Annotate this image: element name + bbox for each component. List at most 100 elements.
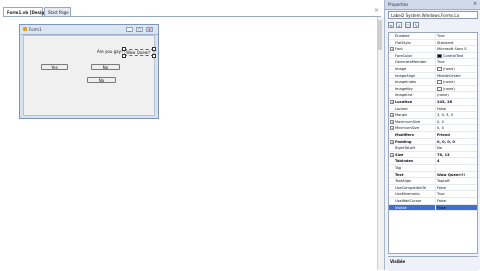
- property-row-tabindex[interactable]: TabIndex 4: [389, 158, 477, 165]
- property-row-padding[interactable]: + Padding 0, 0, 0, 0: [389, 138, 477, 146]
- property-row-generatemember[interactable]: GenerateMember True: [389, 59, 477, 66]
- property-value[interactable]: MiddleCenter: [435, 72, 477, 79]
- expand-icon[interactable]: +: [390, 139, 394, 144]
- tab-form-design[interactable]: Form1.vb [Design]: [3, 7, 49, 16]
- alphabetical-icon[interactable]: ↓: [396, 22, 402, 28]
- property-value[interactable]: True: [435, 191, 477, 197]
- property-name: UseCompatibleTe: [395, 185, 427, 190]
- property-value[interactable]: (none): [435, 85, 477, 92]
- property-value-text: 245, 26: [437, 100, 453, 104]
- question-label[interactable]: Are you gay?: [97, 49, 123, 54]
- resize-handle-bottom-left[interactable]: [122, 54, 126, 58]
- expand-icon[interactable]: +: [390, 47, 394, 52]
- color-swatch-icon: [437, 80, 442, 85]
- property-row-modifiers[interactable]: Modifiers Friend: [389, 132, 477, 139]
- property-name: FlatStyle: [395, 40, 411, 45]
- property-value[interactable]: ControlText: [435, 52, 477, 59]
- property-row-imagekey[interactable]: ImageKey (none): [389, 85, 477, 93]
- property-grid[interactable]: Enabled True FlatStyle Standard + Font Microso…: [388, 32, 478, 254]
- property-row-image[interactable]: Image (none): [389, 66, 477, 73]
- property-row-tag[interactable]: Tag: [389, 165, 477, 172]
- document-vertical-scrollbar[interactable]: [377, 17, 384, 270]
- resize-handle-bottom-right[interactable]: [152, 54, 156, 58]
- property-row-forecolor[interactable]: ForeColor ControlText: [389, 52, 477, 60]
- form-client-area[interactable]: Are you gay? Wow Queer! Yes No No: [23, 35, 156, 116]
- property-value[interactable]: 0, 0: [435, 118, 477, 125]
- property-value[interactable]: (none): [435, 79, 477, 85]
- property-row-usemnemonic[interactable]: UseMnemonic True: [389, 191, 477, 198]
- property-value[interactable]: 3, 0, 3, 0: [435, 112, 477, 118]
- property-row-usecompatiblete[interactable]: UseCompatibleTe False: [389, 184, 477, 192]
- property-value[interactable]: 245, 26: [435, 99, 477, 105]
- property-row-locked[interactable]: Locked False: [389, 105, 477, 113]
- expand-icon[interactable]: +: [390, 152, 394, 157]
- property-row-enabled[interactable]: Enabled True: [389, 33, 477, 40]
- property-value-text: (none): [443, 86, 455, 91]
- property-value[interactable]: True: [435, 33, 477, 39]
- property-name: MinimumSize: [395, 126, 420, 131]
- close-tab-icon[interactable]: ×: [374, 6, 379, 15]
- property-value[interactable]: [435, 165, 477, 171]
- property-row-margin[interactable]: + Margin 3, 0, 3, 0: [389, 112, 477, 119]
- expand-icon[interactable]: +: [390, 119, 394, 124]
- property-row-text[interactable]: Text Wow Queer!!!: [389, 171, 477, 179]
- expand-icon[interactable]: +: [390, 100, 394, 104]
- property-row-righttoleft[interactable]: RightToLeft No: [389, 145, 477, 152]
- property-name: GenerateMember: [395, 60, 427, 65]
- property-row-flatstyle[interactable]: FlatStyle Standard: [389, 39, 477, 47]
- property-value[interactable]: Friend: [435, 132, 477, 138]
- object-selector-dropdown[interactable]: Label2 System.Windows.Forms.La: [388, 11, 478, 19]
- selected-label-control[interactable]: Wow Queer!: [124, 49, 154, 56]
- property-row-imagelist[interactable]: ImageList (none): [389, 92, 477, 99]
- property-value[interactable]: True: [435, 59, 477, 65]
- property-value-text: Standard: [437, 40, 454, 45]
- resize-handle-top-left[interactable]: [122, 47, 126, 51]
- yes-button[interactable]: Yes: [41, 64, 68, 70]
- property-value[interactable]: False: [435, 184, 477, 191]
- property-description-pane: Visible: [388, 256, 478, 271]
- properties-icon[interactable]: □: [405, 22, 411, 28]
- expand-icon[interactable]: +: [390, 126, 394, 131]
- property-value-text: Friend: [437, 133, 450, 137]
- events-icon[interactable]: ϟ: [413, 22, 419, 28]
- property-value-text: (none): [443, 80, 455, 85]
- property-value[interactable]: No: [435, 145, 477, 151]
- property-value[interactable]: 76, 13: [435, 151, 477, 158]
- no-button[interactable]: No: [91, 64, 120, 70]
- property-row-font[interactable]: + Font Microsoft Sans S: [389, 46, 477, 53]
- property-value[interactable]: Microsoft Sans S: [435, 46, 477, 52]
- property-value[interactable]: TopLeft: [435, 178, 477, 184]
- property-value[interactable]: Standard: [435, 39, 477, 46]
- resize-handle-top-right[interactable]: [152, 47, 156, 51]
- property-value[interactable]: False: [435, 198, 477, 204]
- property-value[interactable]: (none): [435, 66, 477, 72]
- property-row-size[interactable]: + Size 76, 13: [389, 151, 477, 159]
- property-row-imagealign[interactable]: ImageAlign MiddleCenter: [389, 72, 477, 80]
- categorized-icon[interactable]: ≡: [388, 22, 394, 28]
- expand-icon[interactable]: +: [390, 113, 394, 118]
- property-row-minimumsize[interactable]: + MinimumSize 0, 0: [389, 125, 477, 132]
- property-value[interactable]: (none): [435, 92, 477, 98]
- property-row-usewaitcursor[interactable]: UseWaitCursor False: [389, 198, 477, 205]
- property-value-text: 76, 13: [437, 152, 450, 157]
- property-name: Margin: [395, 113, 408, 118]
- property-value-text: True: [437, 34, 445, 38]
- document-scroll-thumb[interactable]: [378, 20, 382, 50]
- property-row-location[interactable]: + Location 245, 26: [389, 99, 477, 106]
- property-value[interactable]: 4: [435, 158, 477, 164]
- property-value-text: False: [437, 199, 447, 203]
- property-row-visible[interactable]: Visible False: [389, 204, 477, 212]
- property-value[interactable]: False: [435, 204, 477, 211]
- property-row-imageindex[interactable]: ImageIndex (none): [389, 79, 477, 86]
- property-value[interactable]: 0, 0: [435, 125, 477, 131]
- property-row-maximumsize[interactable]: + MaximumSize 0, 0: [389, 118, 477, 126]
- properties-close-icon[interactable]: ×: [473, 0, 477, 9]
- property-value[interactable]: Wow Queer!!!: [435, 171, 477, 178]
- designer-form-window[interactable]: Form1 _ □ x Are you gay? Wow Queer! Yes …: [19, 24, 159, 119]
- property-value[interactable]: 0, 0, 0, 0: [435, 138, 477, 145]
- property-value[interactable]: False: [435, 105, 477, 112]
- color-swatch-icon: [437, 86, 442, 91]
- no-button-2[interactable]: No: [87, 77, 116, 83]
- property-row-textalign[interactable]: TextAlign TopLeft: [389, 178, 477, 185]
- tab-start-page[interactable]: Start Page: [44, 7, 71, 16]
